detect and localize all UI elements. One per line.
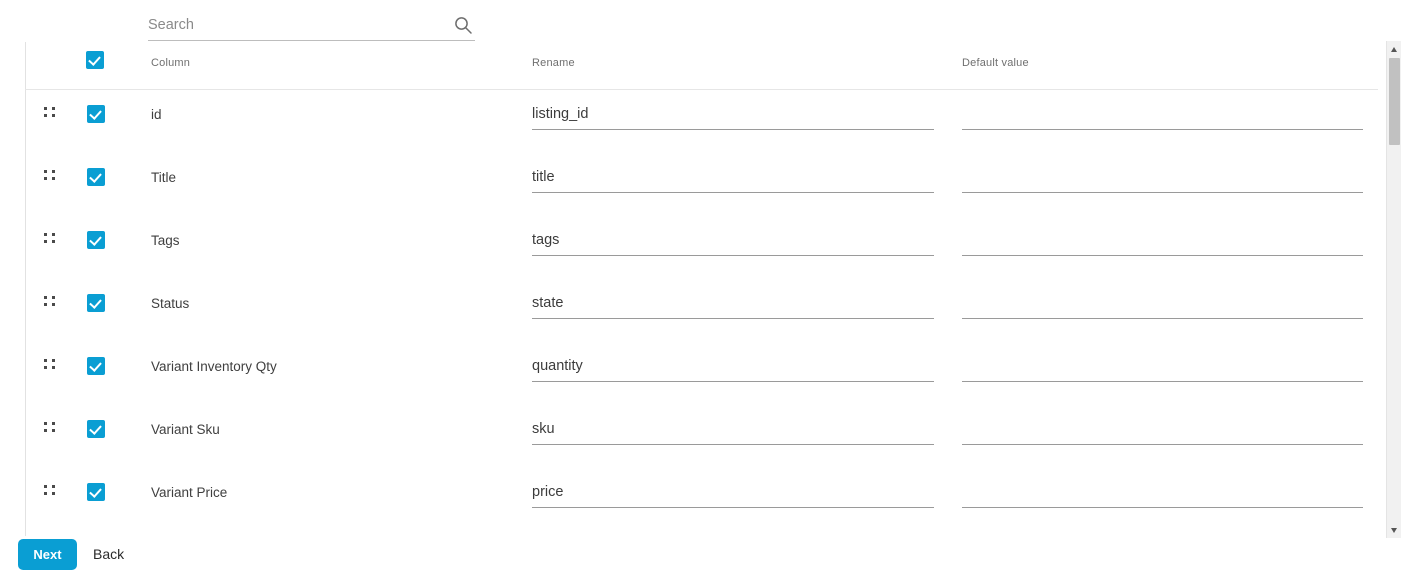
- table-header-row: Column Rename Default value: [0, 42, 1378, 89]
- rename-field[interactable]: [532, 100, 934, 130]
- rename-field[interactable]: [532, 226, 934, 256]
- header-default-value: Default value: [962, 57, 1029, 69]
- table-row: id: [0, 90, 1378, 153]
- default-value-input[interactable]: [962, 415, 1363, 442]
- table-row: Title: [0, 153, 1378, 216]
- drag-handle-icon[interactable]: [44, 233, 58, 246]
- table-row: Variant Inventory Qty: [0, 342, 1378, 405]
- search-field[interactable]: [148, 12, 475, 41]
- default-value-field[interactable]: [962, 100, 1363, 130]
- row-checkbox[interactable]: [87, 168, 105, 186]
- vertical-scrollbar[interactable]: [1386, 41, 1401, 538]
- rename-input[interactable]: [532, 226, 934, 253]
- chevron-down-icon[interactable]: [1387, 522, 1401, 538]
- drag-handle-icon[interactable]: [44, 296, 58, 309]
- drag-handle-icon[interactable]: [44, 170, 58, 183]
- table-row: Variant Price: [0, 468, 1378, 531]
- column-name-label: id: [151, 107, 162, 122]
- default-value-input[interactable]: [962, 226, 1363, 253]
- table-body: id Title Tags Status Variant Inventory Qty Va…: [0, 90, 1378, 536]
- rename-input[interactable]: [532, 100, 934, 127]
- rename-input[interactable]: [532, 415, 934, 442]
- drag-handle-icon[interactable]: [44, 422, 58, 435]
- default-value-input[interactable]: [962, 478, 1363, 505]
- drag-handle-icon[interactable]: [44, 359, 58, 372]
- rename-field[interactable]: [532, 289, 934, 319]
- column-name-label: Tags: [151, 233, 180, 248]
- default-value-input[interactable]: [962, 100, 1363, 127]
- rename-input[interactable]: [532, 289, 934, 316]
- default-value-input[interactable]: [962, 352, 1363, 379]
- rename-input[interactable]: [532, 352, 934, 379]
- table-row: Tags: [0, 216, 1378, 279]
- default-value-field[interactable]: [962, 352, 1363, 382]
- default-value-input[interactable]: [962, 163, 1363, 190]
- default-value-field[interactable]: [962, 163, 1363, 193]
- table-row: Variant Sku: [0, 405, 1378, 468]
- rename-field[interactable]: [532, 163, 934, 193]
- rename-field[interactable]: [532, 478, 934, 508]
- default-value-field[interactable]: [962, 289, 1363, 319]
- row-checkbox[interactable]: [87, 231, 105, 249]
- default-value-input[interactable]: [962, 289, 1363, 316]
- rename-input[interactable]: [532, 478, 934, 505]
- column-name-label: Status: [151, 296, 190, 311]
- drag-handle-icon[interactable]: [44, 107, 58, 120]
- row-checkbox[interactable]: [87, 420, 105, 438]
- chevron-up-icon[interactable]: [1387, 41, 1401, 57]
- row-checkbox[interactable]: [87, 483, 105, 501]
- table-row: Status: [0, 279, 1378, 342]
- header-rename: Rename: [532, 57, 575, 69]
- row-checkbox[interactable]: [87, 294, 105, 312]
- column-name-label: Variant Sku: [151, 422, 220, 437]
- drag-handle-icon[interactable]: [44, 485, 58, 498]
- column-name-label: Variant Inventory Qty: [151, 359, 277, 374]
- column-name-label: Title: [151, 170, 177, 185]
- column-name-label: Variant Price: [151, 485, 228, 500]
- default-value-field[interactable]: [962, 478, 1363, 508]
- column-mapping-screen: Column Rename Default value id Title Tags S…: [0, 0, 1401, 579]
- rename-input[interactable]: [532, 163, 934, 190]
- select-all-checkbox[interactable]: [86, 51, 104, 69]
- row-checkbox[interactable]: [87, 357, 105, 375]
- back-button[interactable]: Back: [93, 546, 124, 562]
- header-column: Column: [151, 57, 191, 69]
- default-value-field[interactable]: [962, 226, 1363, 256]
- rename-field[interactable]: [532, 352, 934, 382]
- rename-field[interactable]: [532, 415, 934, 445]
- next-button[interactable]: Next: [18, 539, 77, 570]
- scrollbar-thumb[interactable]: [1389, 58, 1400, 145]
- search-input[interactable]: [148, 12, 438, 38]
- row-checkbox[interactable]: [87, 105, 105, 123]
- default-value-field[interactable]: [962, 415, 1363, 445]
- search-icon[interactable]: [453, 15, 473, 35]
